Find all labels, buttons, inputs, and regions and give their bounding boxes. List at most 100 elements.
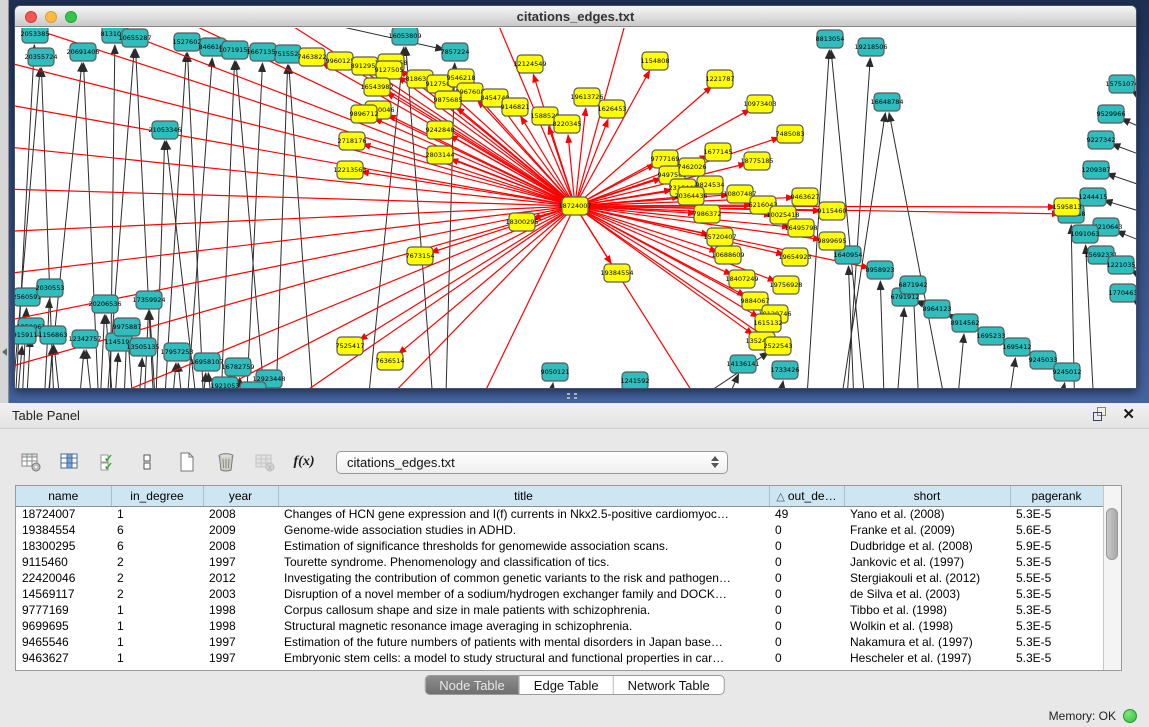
graph-edge: [1104, 200, 1136, 214]
column-header-pagerank[interactable]: pagerank: [1010, 486, 1103, 506]
table-cell-short: Hescheler et al. (1997): [844, 650, 1010, 666]
graph-node-label: 9146821: [501, 103, 530, 111]
table-type-tabs: Node TableEdge TableNetwork Table: [424, 675, 725, 695]
graph-edge: [845, 58, 870, 389]
column-header-title[interactable]: title: [278, 486, 769, 506]
graph-node-label: 2239871: [239, 387, 268, 389]
graph-edge: [465, 206, 575, 389]
table-row[interactable]: 969969511998Structural magnetic resonanc…: [16, 618, 1103, 634]
table-cell-out_degree: 0: [769, 554, 844, 570]
network-window-titlebar[interactable]: citations_edges.txt: [15, 6, 1136, 27]
column-header-year[interactable]: year: [203, 486, 278, 506]
graph-node-label: 1241592: [621, 377, 650, 385]
table-cell-short: Franke et al. (2009): [844, 522, 1010, 538]
network-canvas[interactable]: 2053385203557242069140681310541065528715…: [15, 28, 1136, 389]
tab-edge-table[interactable]: Edge Table: [519, 676, 613, 694]
zoom-window-button[interactable]: [65, 11, 77, 23]
table-cell-in_degree: 1: [111, 618, 203, 634]
close-window-button[interactable]: [25, 11, 37, 23]
graph-node-label: 12342757: [68, 335, 101, 343]
graph-edge: [236, 61, 267, 389]
graph-node-label: 1595813: [1053, 203, 1082, 211]
graph-node-label: 8964123: [923, 305, 952, 313]
graph-node-label: 18775185: [740, 157, 773, 165]
table-cell-short: Stergiakouli et al. (2012): [844, 570, 1010, 586]
table-row[interactable]: 1456911722003Disruption of a novel membe…: [16, 586, 1103, 602]
graph-node-label: 1154808: [641, 57, 670, 65]
graph-edge: [775, 381, 783, 389]
table-cell-in_degree: 2: [111, 586, 203, 602]
graph-edge: [914, 296, 920, 389]
table-cell-pagerank: 5.3E-5: [1010, 618, 1103, 634]
delete-column-icon[interactable]: x: [252, 449, 278, 475]
tab-node-table[interactable]: Node Table: [425, 676, 519, 694]
graph-node-label: 1091063: [1071, 230, 1100, 238]
graph-node-label: 16782759: [221, 363, 254, 371]
table-row[interactable]: 1830029562008Estimation of significance …: [16, 538, 1103, 554]
tab-network-table[interactable]: Network Table: [613, 676, 724, 694]
graph-edge: [430, 206, 575, 253]
graph-node-label: 10655287: [118, 34, 151, 42]
graph-edge: [163, 53, 186, 389]
table-selector-dropdown[interactable]: citations_edges.txt: [336, 451, 728, 474]
select-all-icon[interactable]: ✓✓: [96, 449, 122, 475]
table-row[interactable]: 946362711997Embryonic stem cells: a mode…: [16, 650, 1103, 666]
graph-edge: [545, 383, 553, 389]
row-height-icon[interactable]: [135, 449, 161, 475]
show-columns-icon[interactable]: [57, 449, 83, 475]
table-cell-pagerank: 5.3E-5: [1010, 586, 1103, 602]
new-table-icon[interactable]: [174, 449, 200, 475]
table-row[interactable]: 1872400712008Changes of HCN gene express…: [16, 506, 1103, 522]
table-row[interactable]: 911546021997Tourette syndrome. Phenomeno…: [16, 554, 1103, 570]
close-icon[interactable]: ✕: [1122, 407, 1135, 422]
memory-status-icon[interactable]: [1123, 709, 1137, 723]
table-settings-icon[interactable]: [18, 449, 44, 475]
table-cell-pagerank: 5.3E-5: [1010, 650, 1103, 666]
table-cell-year: 2008: [203, 506, 278, 522]
table-cell-out_degree: 49: [769, 506, 844, 522]
table-row[interactable]: 2242004622012Investigating the contribut…: [16, 570, 1103, 586]
graph-node-label: 10973403: [743, 100, 776, 108]
svg-text:x: x: [268, 463, 272, 472]
table-row[interactable]: 977716911998Corpus callosum shape and si…: [16, 602, 1103, 618]
table-row[interactable]: 946554611997Estimation of the future num…: [16, 634, 1103, 650]
table-cell-title: Estimation of significance thresholds fo…: [278, 538, 769, 554]
table-cell-in_degree: 6: [111, 538, 203, 554]
table-cell-out_degree: 0: [769, 650, 844, 666]
column-header-out_degree[interactable]: △out_de…: [769, 486, 844, 506]
graph-edge: [170, 363, 176, 389]
graph-node-label: 1695233: [977, 332, 1006, 340]
split-pane-handle[interactable]: [567, 393, 579, 400]
delete-table-icon[interactable]: [213, 449, 239, 475]
table-cell-year: 2003: [203, 586, 278, 602]
graph-node-label: 20355724: [24, 53, 57, 61]
scrollbar-thumb[interactable]: [1106, 508, 1118, 560]
graph-node-label: 15751074: [1105, 80, 1136, 88]
table-cell-title: Disruption of a novel member of a sodium…: [278, 586, 769, 602]
table-cell-out_degree: 0: [769, 538, 844, 554]
table-cell-year: 1998: [203, 602, 278, 618]
graph-node-label: 8958923: [866, 266, 895, 274]
minimize-window-button[interactable]: [45, 11, 57, 23]
graph-node-label: 1677145: [704, 148, 733, 156]
table-panel-title: Table Panel: [12, 408, 80, 423]
collapse-left-panel-icon[interactable]: [2, 348, 7, 356]
function-builder-icon[interactable]: f(x): [291, 449, 317, 475]
network-view-window[interactable]: citations_edges.txt 20533852035572420691…: [14, 5, 1137, 389]
graph-node-label: 20206536: [88, 300, 121, 308]
float-window-icon[interactable]: [1093, 407, 1108, 422]
table-cell-year: 2012: [203, 570, 278, 586]
status-bar: Memory: OK: [1049, 709, 1137, 723]
table-cell-short: Jankovic et al. (1997): [844, 554, 1010, 570]
table-toolbar: ✓✓ x f(x) citations_edges.txt: [18, 447, 728, 477]
column-header-short[interactable]: short: [844, 486, 1010, 506]
graph-node-label: 12124549: [513, 60, 546, 68]
graph-node-label: 8813054: [816, 35, 845, 43]
table-cell-name: 18724007: [16, 506, 111, 522]
vertical-scrollbar[interactable]: [1103, 486, 1121, 670]
table-cell-out_degree: 0: [769, 522, 844, 538]
table-selector-value: citations_edges.txt: [347, 455, 455, 470]
table-row[interactable]: 1938455462009Genome-wide association stu…: [16, 522, 1103, 538]
column-header-in_degree[interactable]: in_degree: [111, 486, 203, 506]
column-header-name[interactable]: name: [16, 486, 111, 506]
